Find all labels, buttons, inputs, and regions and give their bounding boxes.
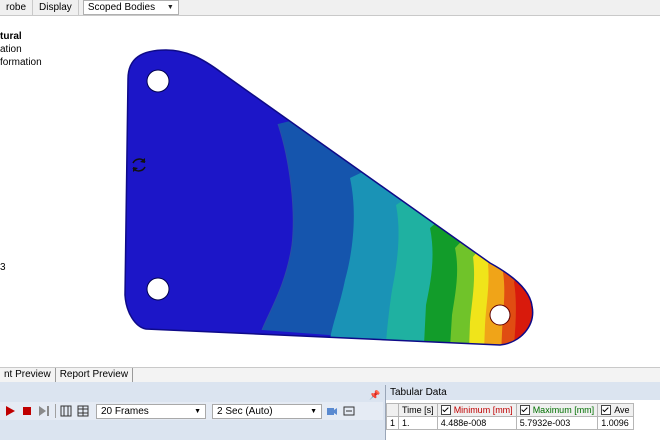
column-header-time[interactable]: Time [s] <box>398 403 438 417</box>
result-sets-icon[interactable] <box>76 404 90 418</box>
chevron-down-icon: ▼ <box>194 407 201 415</box>
distributed-frames-icon[interactable] <box>59 404 73 418</box>
graphics-viewport[interactable] <box>0 16 660 366</box>
mounting-hole-bottom <box>146 277 170 301</box>
tab-print-preview[interactable]: nt Preview <box>0 368 56 382</box>
bottom-panel: 📌 20 Frames ▼ 2 Sec (Auto) ▼ Tabular Dat… <box>0 382 660 440</box>
stop-icon[interactable] <box>20 404 34 418</box>
cell-time: 1. <box>398 416 438 430</box>
toolbar-separator <box>55 404 56 418</box>
legend-subtype: formation <box>0 57 42 68</box>
table-row[interactable]: 1 1. 4.488e-008 5.7932e-003 1.0096 <box>385 416 634 430</box>
frames-select-value: 20 Frames <box>101 405 149 417</box>
mounting-hole-top <box>146 69 170 93</box>
probe-button[interactable]: robe <box>0 0 34 15</box>
column-header-maximum[interactable]: Maximum [mm] <box>515 403 599 417</box>
animation-toolbar: 20 Frames ▼ 2 Sec (Auto) ▼ <box>0 402 383 420</box>
checkbox-maximum[interactable] <box>519 405 530 416</box>
duration-select-value: 2 Sec (Auto) <box>217 405 273 417</box>
chevron-down-icon: ▼ <box>310 407 317 415</box>
step-forward-icon[interactable] <box>37 404 51 418</box>
cell-minimum: 4.488e-008 <box>436 416 517 430</box>
display-button[interactable]: Display <box>33 0 79 15</box>
checkbox-average[interactable] <box>601 405 612 416</box>
column-header-average[interactable]: Ave <box>597 403 634 417</box>
legend-title: tural <box>0 31 22 42</box>
scope-select-value: Scoped Bodies <box>87 2 156 13</box>
options-icon[interactable] <box>342 404 356 418</box>
result-legend: tural ation formation 3 <box>0 30 42 273</box>
mounting-hole-tip <box>489 304 511 326</box>
export-video-icon[interactable] <box>325 404 339 418</box>
frames-select[interactable]: 20 Frames ▼ <box>96 403 206 419</box>
checkbox-minimum[interactable] <box>440 405 451 416</box>
cell-average: 1.0096 <box>597 416 634 430</box>
cell-maximum: 5.7932e-003 <box>515 416 599 430</box>
tabular-data-panel: Tabular Data Time [s] Minimum [mm] Maxim… <box>385 385 660 440</box>
legend-value: 3 <box>0 262 6 273</box>
tab-report-preview[interactable]: Report Preview <box>56 368 134 382</box>
play-icon[interactable] <box>3 404 17 418</box>
tabular-data-table: Time [s] Minimum [mm] Maximum [mm] Ave 1… <box>385 403 634 430</box>
pin-icon[interactable]: 📌 <box>369 390 380 401</box>
row-index-header <box>385 403 400 417</box>
view-tabs: nt Preview Report Preview <box>0 367 660 383</box>
duration-select[interactable]: 2 Sec (Auto) ▼ <box>212 403 322 419</box>
result-toolbar: robe Display Scoped Bodies ▼ <box>0 0 660 16</box>
chevron-down-icon: ▼ <box>166 4 174 11</box>
tabular-data-title: Tabular Data <box>386 385 660 400</box>
scope-select[interactable]: Scoped Bodies ▼ <box>82 0 179 15</box>
legend-type: ation <box>0 44 22 55</box>
row-index: 1 <box>385 416 400 430</box>
contour-model[interactable] <box>0 16 660 366</box>
column-header-minimum[interactable]: Minimum [mm] <box>436 403 517 417</box>
